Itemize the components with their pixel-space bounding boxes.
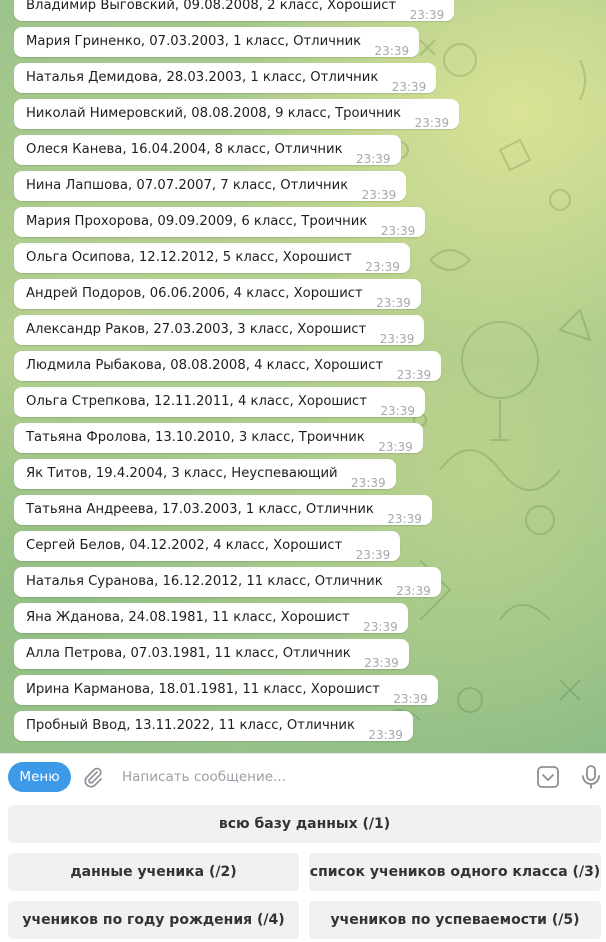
by-performance-button[interactable]: учеников по успеваемости (/5)	[309, 901, 601, 939]
message-text: Наталья Демидова, 28.03.2003, 1 класс, О…	[26, 70, 379, 85]
message-bubble[interactable]: Сергей Белов, 04.12.2002, 4 класс, Хорош…	[14, 531, 401, 562]
message-text: Наталья Суранова, 16.12.2012, 11 класс, …	[26, 574, 383, 589]
message-text: Як Титов, 19.4.2004, 3 класс, Неуспевающ…	[26, 466, 338, 481]
message-text: Владимир Выговский, 09.08.2008, 2 класс,…	[26, 0, 397, 13]
message-time: 23:39	[396, 368, 432, 382]
message-time: 23:39	[380, 404, 415, 418]
message-time: 23:39	[376, 296, 411, 310]
message-bubble[interactable]: Татьяна Андреева, 17.03.2003, 1 класс, О…	[14, 495, 432, 526]
message-time: 23:39	[379, 332, 415, 346]
message-time: 23:39	[361, 188, 397, 202]
message-list: Владимир Выговский, 09.08.2008, 2 класс,…	[14, 0, 594, 747]
message-time: 23:39	[363, 620, 398, 634]
menu-button[interactable]: Меню	[8, 762, 71, 792]
message-text: Татьяна Фролова, 13.10.2010, 3 класс, Тр…	[26, 430, 365, 445]
message-time: 23:39	[368, 728, 403, 742]
message-bubble[interactable]: Николай Нимеровский, 08.08.2008, 9 класс…	[14, 99, 460, 130]
student-data-button[interactable]: данные ученика (/2)	[8, 853, 299, 891]
message-text: Николай Нимеровский, 08.08.2008, 9 класс…	[26, 106, 402, 121]
message-bubble[interactable]: Александр Раков, 27.03.2003, 3 класс, Хо…	[14, 315, 425, 346]
message-time: 23:39	[365, 260, 400, 274]
microphone-icon[interactable]	[580, 764, 602, 790]
by-birth-year-button[interactable]: учеников по году рождения (/4)	[8, 901, 299, 939]
message-text: Татьяна Андреева, 17.03.2003, 1 класс, О…	[26, 502, 374, 517]
message-text: Александр Раков, 27.03.2003, 3 класс, Хо…	[26, 322, 367, 337]
message-bubble[interactable]: Татьяна Фролова, 13.10.2010, 3 класс, Тр…	[14, 423, 423, 454]
message-text: Людмила Рыбакова, 08.08.2008, 4 класс, Х…	[26, 358, 384, 373]
message-bubble[interactable]: Ольга Осипова, 12.12.2012, 5 класс, Хоро…	[14, 243, 410, 274]
message-bubble[interactable]: Андрей Подоров, 06.06.2006, 4 класс, Хор…	[14, 279, 421, 310]
keyboard-toggle-icon[interactable]	[536, 765, 560, 789]
message-time: 23:39	[364, 656, 399, 670]
message-time: 23:39	[380, 224, 416, 238]
message-text: Мария Прохорова, 09.09.2009, 6 класс, Тр…	[26, 214, 368, 229]
paperclip-icon[interactable]	[82, 766, 104, 788]
message-time: 23:39	[414, 116, 450, 130]
message-input[interactable]	[122, 765, 512, 789]
message-bubble[interactable]: Пробный Ввод, 13.11.2022, 11 класс, Отли…	[14, 711, 413, 742]
message-composer: Меню	[0, 753, 606, 800]
message-time: 23:39	[355, 152, 391, 166]
message-bubble[interactable]: Людмила Рыбакова, 08.08.2008, 4 класс, Х…	[14, 351, 442, 382]
message-text: Олеся Канева, 16.04.2004, 8 класс, Отлич…	[26, 142, 343, 157]
message-time: 23:39	[409, 8, 445, 22]
message-time: 23:39	[396, 584, 431, 598]
message-time: 23:39	[374, 44, 410, 58]
message-bubble[interactable]: Ирина Карманова, 18.01.1981, 11 класс, Х…	[14, 675, 438, 706]
message-bubble[interactable]: Олеся Канева, 16.04.2004, 8 класс, Отлич…	[14, 135, 401, 166]
message-time: 23:39	[391, 80, 427, 94]
message-bubble[interactable]: Ольга Стрепкова, 12.11.2011, 4 класс, Хо…	[14, 387, 425, 418]
message-text: Яна Жданова, 24.08.1981, 11 класс, Хорош…	[26, 610, 350, 625]
message-time: 23:39	[355, 548, 391, 562]
message-text: Ольга Осипова, 12.12.2012, 5 класс, Хоро…	[26, 250, 352, 265]
chat-area[interactable]: Владимир Выговский, 09.08.2008, 2 класс,…	[0, 0, 606, 753]
message-bubble[interactable]: Мария Гриненко, 07.03.2003, 1 класс, Отл…	[14, 27, 420, 58]
message-time: 23:39	[351, 476, 386, 490]
message-time: 23:39	[387, 512, 422, 526]
message-time: 23:39	[393, 692, 428, 706]
message-bubble[interactable]: Наталья Демидова, 28.03.2003, 1 класс, О…	[14, 63, 437, 94]
message-bubble[interactable]: Як Титов, 19.4.2004, 3 класс, Неуспевающ…	[14, 459, 396, 490]
message-bubble[interactable]: Мария Прохорова, 09.09.2009, 6 класс, Тр…	[14, 207, 426, 238]
message-text: Пробный Ввод, 13.11.2022, 11 класс, Отли…	[26, 718, 355, 733]
message-text: Мария Гриненко, 07.03.2003, 1 класс, Отл…	[26, 34, 362, 49]
message-time: 23:39	[378, 440, 413, 454]
class-list-button[interactable]: список учеников одного класса (/3)	[309, 853, 601, 891]
message-text: Нина Лапшова, 07.07.2007, 7 класс, Отлич…	[26, 178, 349, 193]
reply-keyboard: всю базу данных (/1) данные ученика (/2)…	[0, 800, 606, 942]
message-text: Ольга Стрепкова, 12.11.2011, 4 класс, Хо…	[26, 394, 367, 409]
message-bubble[interactable]: Алла Петрова, 07.03.1981, 11 класс, Отли…	[14, 639, 409, 670]
message-text: Андрей Подоров, 06.06.2006, 4 класс, Хор…	[26, 286, 363, 301]
message-bubble[interactable]: Нина Лапшова, 07.07.2007, 7 класс, Отлич…	[14, 171, 407, 202]
message-bubble[interactable]: Наталья Суранова, 16.12.2012, 11 класс, …	[14, 567, 441, 598]
all-database-button[interactable]: всю базу данных (/1)	[8, 805, 601, 843]
message-text: Алла Петрова, 07.03.1981, 11 класс, Отли…	[26, 646, 351, 661]
message-bubble[interactable]: Владимир Выговский, 09.08.2008, 2 класс,…	[14, 0, 455, 22]
message-text: Сергей Белов, 04.12.2002, 4 класс, Хорош…	[26, 538, 343, 553]
message-bubble[interactable]: Яна Жданова, 24.08.1981, 11 класс, Хорош…	[14, 603, 408, 634]
message-text: Ирина Карманова, 18.01.1981, 11 класс, Х…	[26, 682, 380, 697]
